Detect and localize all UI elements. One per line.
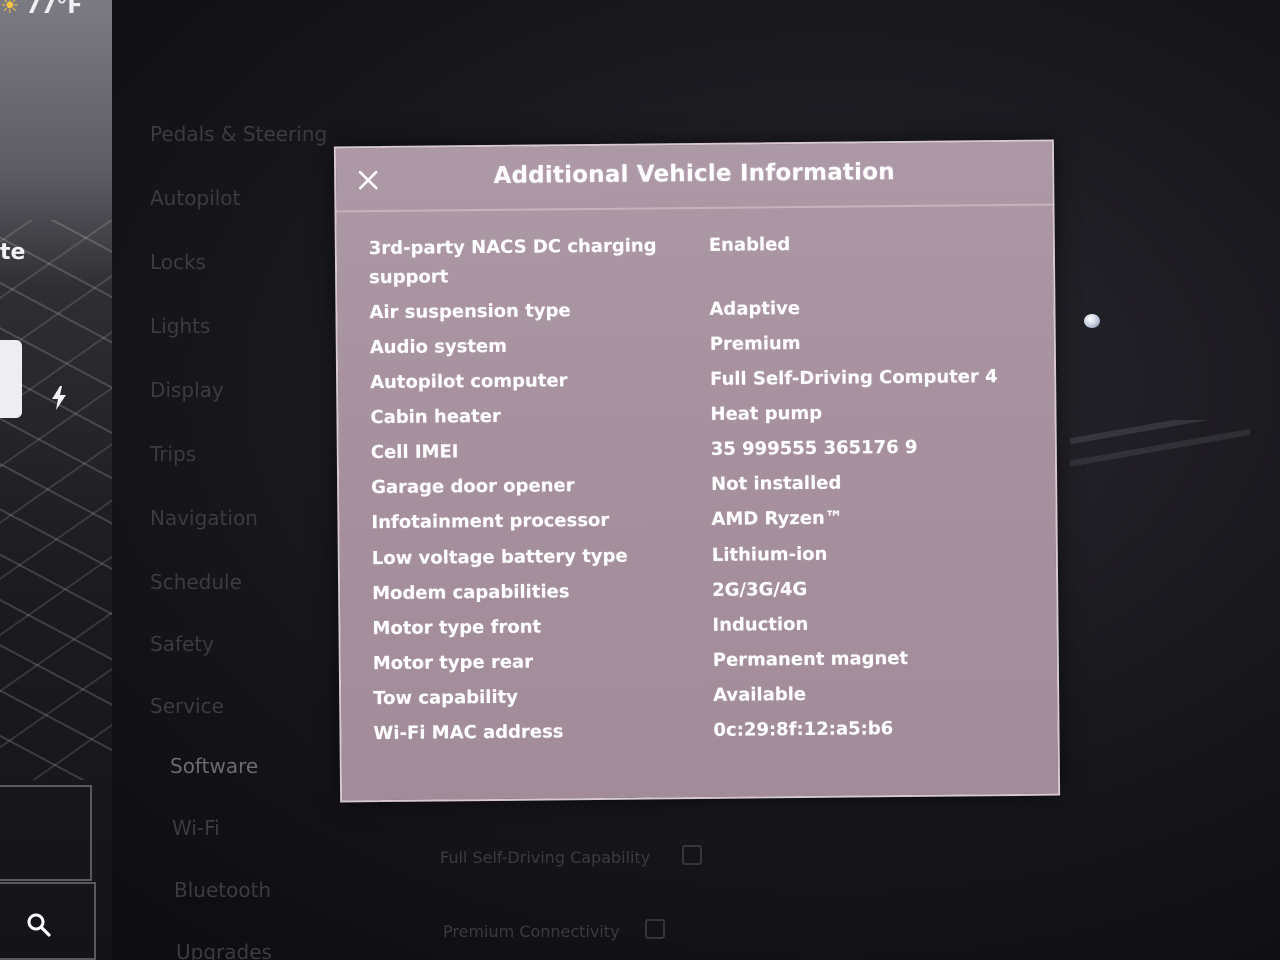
menu-item-software[interactable]: Software	[170, 754, 258, 778]
floor-grid	[0, 220, 112, 780]
sun-icon: ☀	[0, 0, 20, 19]
info-label: Air suspension type	[369, 300, 571, 324]
info-label: Cabin heater	[370, 405, 501, 429]
info-value: AMD Ryzen™	[711, 507, 843, 530]
info-row-audio-system: Audio system Premium	[370, 327, 1030, 358]
info-row-cell-imei: Cell IMEI 35 999555 365176 9	[371, 432, 1031, 463]
background-car-silhouette	[1070, 420, 1250, 480]
info-label: Autopilot computer	[370, 370, 568, 394]
additional-vehicle-info-dialog: Additional Vehicle Information 3rd-party…	[333, 139, 1061, 803]
feature-fsd-label: Full Self-Driving Capability	[440, 848, 651, 867]
drive-mode-label: te	[0, 240, 26, 265]
dialog-header: Additional Vehicle Information	[335, 141, 1053, 213]
menu-item-service[interactable]: Service	[150, 694, 224, 718]
info-value: Adaptive	[709, 298, 801, 320]
info-row-nacs: 3rd-party NACS DC charging support Enabl…	[369, 228, 1029, 288]
info-row-garage-door: Garage door opener Not installed	[371, 467, 1031, 499]
map-location-dot	[1084, 314, 1100, 328]
menu-item-schedule[interactable]: Schedule	[150, 570, 242, 594]
menu-item-bluetooth[interactable]: Bluetooth	[174, 878, 271, 902]
info-row-lv-battery: Low voltage battery type Lithium-ion	[372, 538, 1032, 569]
outside-temperature: ☀ 77°F	[0, 0, 82, 19]
info-value: 0c:29:8f:12:a5:b6	[713, 718, 894, 741]
feature-connectivity-info-icon[interactable]	[645, 919, 665, 939]
feature-fsd-info-icon[interactable]	[682, 845, 702, 865]
menu-item-locks[interactable]: Locks	[150, 250, 206, 274]
info-row-modem: Modem capabilities 2G/3G/4G	[372, 573, 1032, 604]
charge-port-door[interactable]	[0, 340, 22, 418]
info-label: Cell IMEI	[370, 441, 459, 464]
info-label: Motor type front	[372, 616, 542, 640]
menu-item-navigation[interactable]: Navigation	[150, 506, 258, 530]
info-label: Modem capabilities	[372, 581, 570, 605]
info-label: Garage door opener	[371, 475, 575, 499]
menu-item-trips[interactable]: Trips	[150, 442, 196, 466]
dialog-title: Additional Vehicle Information	[493, 159, 895, 189]
info-value: 2G/3G/4G	[712, 578, 808, 601]
search-icon[interactable]	[26, 912, 52, 938]
info-value: Premium	[709, 333, 801, 355]
info-value: Available	[713, 683, 807, 706]
info-label: 3rd-party NACS DC charging support	[368, 235, 657, 289]
temperature-value: 77°F	[25, 0, 83, 19]
info-label: Wi-Fi MAC address	[373, 721, 564, 745]
info-value: Lithium-ion	[711, 543, 828, 566]
info-label: Tow capability	[373, 686, 518, 710]
menu-item-display[interactable]: Display	[150, 378, 224, 402]
info-value: Enabled	[708, 234, 791, 256]
menu-item-autopilot[interactable]: Autopilot	[150, 186, 240, 210]
vehicle-info-list: 3rd-party NACS DC charging support Enabl…	[369, 228, 1029, 744]
info-value: Permanent magnet	[712, 647, 909, 671]
info-row-air-suspension: Air suspension type Adaptive	[369, 292, 1029, 323]
info-row-motor-front: Motor type front Induction	[372, 608, 1032, 639]
info-value: 35 999555 365176 9	[710, 436, 918, 460]
info-row-infotainment-processor: Infotainment processor AMD Ryzen™	[371, 502, 1031, 534]
info-row-motor-rear: Motor type rear Permanent magnet	[373, 643, 1033, 674]
lightning-bolt-icon[interactable]	[49, 385, 69, 411]
menu-item-safety[interactable]: Safety	[150, 632, 214, 656]
info-value: Induction	[712, 613, 809, 636]
menu-item-wifi[interactable]: Wi-Fi	[172, 816, 220, 840]
info-label: Infotainment processor	[371, 509, 610, 534]
info-value: Heat pump	[710, 402, 823, 425]
info-label: Low voltage battery type	[371, 545, 628, 570]
info-row-cabin-heater: Cabin heater Heat pump	[370, 397, 1030, 428]
feature-connectivity-label: Premium Connectivity	[443, 922, 620, 941]
quick-control-tile[interactable]	[0, 785, 92, 881]
info-row-autopilot-computer: Autopilot computer Full Self-Driving Com…	[370, 362, 1030, 393]
vehicle-screen: ☀ 77°F te Pedals & Steering Autopilot Loc…	[0, 0, 1280, 960]
info-label: Motor type rear	[372, 651, 534, 675]
info-value: Not installed	[711, 472, 842, 495]
menu-item-upgrades[interactable]: Upgrades	[176, 940, 272, 960]
menu-item-pedals[interactable]: Pedals & Steering	[150, 122, 327, 146]
info-value: Full Self-Driving Computer 4	[710, 366, 998, 390]
info-row-wifi-mac: Wi-Fi MAC address 0c:29:8f:12:a5:b6	[373, 713, 1033, 744]
menu-item-lights[interactable]: Lights	[150, 314, 210, 338]
info-row-tow-capability: Tow capability Available	[373, 678, 1033, 709]
car-view-panel[interactable]: ☀ 77°F te	[0, 0, 112, 960]
info-label: Audio system	[369, 335, 508, 359]
